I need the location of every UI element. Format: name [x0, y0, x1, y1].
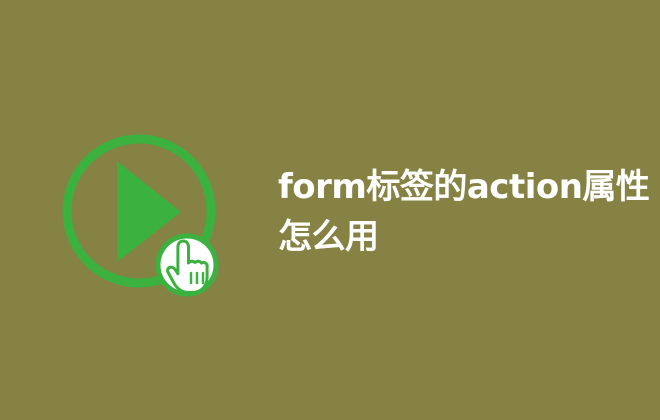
play-button-graphic[interactable]	[55, 125, 230, 300]
article-title: form标签的action属性怎么用	[278, 167, 650, 257]
play-icon	[62, 134, 219, 297]
pointing-hand-cursor-icon	[155, 233, 219, 297]
thumbnail-canvas: form标签的action属性怎么用	[0, 0, 660, 420]
